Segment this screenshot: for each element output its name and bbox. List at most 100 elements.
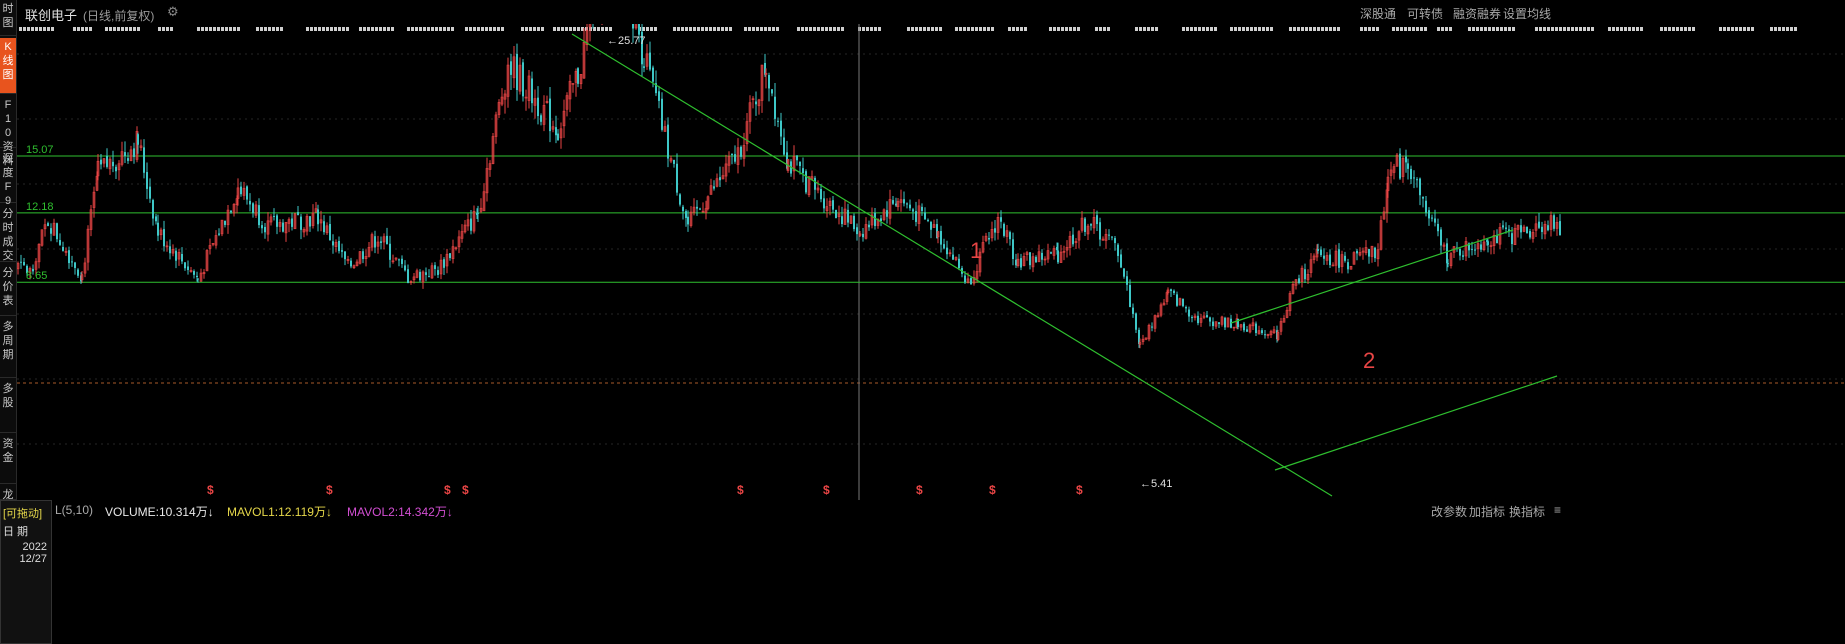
sidebar-tab-6[interactable]: 多周期 (0, 318, 16, 378)
candle-body (1505, 227, 1507, 229)
candle-body (1502, 225, 1504, 228)
candle-body (892, 200, 894, 204)
event-dot (1692, 27, 1695, 31)
event-dot (1571, 27, 1574, 31)
switch-indicator-button[interactable]: 换指标 (1509, 503, 1545, 520)
candle-body (1407, 163, 1409, 169)
candle-body (673, 159, 675, 164)
event-dot (1500, 27, 1503, 31)
event-dot (481, 27, 484, 31)
event-dot (1563, 27, 1566, 31)
kline-chart[interactable]: 15.07 12.18 8.65 ←25.77 ←5.41 1 2 $ $ $ $ $ $ $ $ $ (17, 24, 1845, 500)
candle-body (443, 259, 445, 268)
event-dot (117, 27, 120, 31)
sidebar-tab-5[interactable]: 分价表 (0, 264, 16, 316)
sidebar-tab-9[interactable]: 龙 (0, 486, 16, 501)
event-dot (744, 27, 747, 31)
event-dot (1194, 27, 1197, 31)
candle-body (1462, 255, 1464, 257)
candle-body (71, 261, 73, 263)
candle-body (549, 98, 551, 132)
signal-marker-7: $ (989, 483, 996, 497)
candle-body (401, 258, 403, 264)
event-dot (1790, 27, 1793, 31)
candle-body (643, 66, 645, 68)
sidebar-tab-0[interactable]: 时图 (0, 0, 16, 36)
candle-body (1090, 224, 1092, 226)
sidebar-tab-1[interactable]: K线图 (0, 38, 16, 94)
candle-body (679, 194, 681, 205)
candle-body (470, 218, 472, 231)
event-dot (1065, 27, 1068, 31)
candle-body (224, 220, 226, 225)
candle-body (952, 254, 954, 260)
event-dot (31, 27, 34, 31)
min-price-marker: ←5.41 (1140, 478, 1172, 490)
event-dot (322, 27, 325, 31)
date-md: 12/27 (19, 553, 47, 565)
candle-body (1255, 323, 1257, 334)
event-dot (1480, 27, 1483, 31)
signal-marker-6: $ (916, 483, 923, 497)
candle-body (638, 24, 640, 35)
sidebar-tab-4[interactable]: 分时成交 (0, 205, 16, 262)
event-dot (1012, 27, 1015, 31)
event-dot (1024, 27, 1027, 31)
link-convertible-bond[interactable]: 可转债 (1407, 5, 1443, 22)
event-dot (601, 27, 604, 31)
candle-body (924, 212, 926, 220)
drag-date-box[interactable]: [可拖动] 日 期 2022 12/27 (0, 500, 52, 644)
event-dot (955, 27, 958, 31)
candle-body (531, 78, 533, 104)
candle-body (68, 250, 70, 264)
candle-body (632, 24, 634, 29)
candle-body (964, 275, 966, 283)
event-dot (1053, 27, 1056, 31)
link-shenggutong[interactable]: 深股通 (1360, 5, 1396, 22)
candle-body (823, 198, 825, 209)
candle-body (1437, 223, 1439, 232)
candle-body (555, 127, 557, 136)
candle-body (1173, 290, 1175, 294)
change-params-button[interactable]: 改参数 (1431, 503, 1467, 520)
sidebar-tab-8[interactable]: 资金 (0, 435, 16, 484)
event-dot (1591, 27, 1594, 31)
event-dot (367, 27, 370, 31)
candle-body (169, 246, 171, 254)
event-dot (485, 27, 488, 31)
event-dot (1628, 27, 1631, 31)
candle-body (1487, 241, 1489, 245)
gear-icon[interactable]: ⚙ (167, 4, 179, 20)
event-dot (1020, 27, 1023, 31)
candle-body (682, 206, 684, 212)
sidebar-tab-2[interactable]: F10资料 (0, 96, 16, 167)
event-dot (1258, 27, 1261, 31)
sidebar-tab-3[interactable]: 深度F9 (0, 150, 16, 207)
candle-body (1206, 315, 1208, 318)
event-dot (764, 27, 767, 31)
candle-body (181, 254, 183, 262)
candle-body (124, 152, 126, 157)
event-dot (1368, 27, 1371, 31)
annotation-2: 2 (1363, 348, 1375, 373)
candle-body (1374, 247, 1376, 259)
event-dot (81, 27, 84, 31)
add-indicator-button[interactable]: 加指标 (1469, 503, 1505, 520)
candle-body (1338, 249, 1340, 268)
link-set-ma[interactable]: 设置均线 (1503, 5, 1551, 22)
sidebar-tab-7[interactable]: 多股 (0, 380, 16, 433)
event-dot (1445, 27, 1448, 31)
link-margin-trading[interactable]: 融资融券 (1453, 5, 1501, 22)
expand-icon[interactable]: ≡ (1554, 503, 1561, 517)
candle-body (246, 186, 248, 200)
candle-body (1261, 330, 1263, 334)
candle-body (903, 199, 905, 204)
event-dot (729, 27, 732, 31)
event-dot (1743, 27, 1746, 31)
signal-marker-2: $ (444, 483, 451, 497)
event-dot (1242, 27, 1245, 31)
event-dot (1496, 27, 1499, 31)
event-dot (387, 27, 390, 31)
event-dot (1608, 27, 1611, 31)
event-dot (870, 27, 873, 31)
